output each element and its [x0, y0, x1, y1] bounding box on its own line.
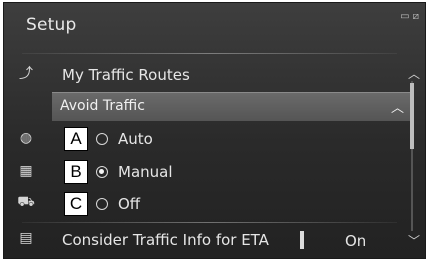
signal-icon: ▭ [400, 11, 410, 22]
toggle-indicator [300, 231, 304, 249]
my-traffic-routes-item[interactable]: My Traffic Routes [62, 66, 190, 84]
map-icon[interactable]: ▦ [16, 162, 36, 180]
settings-icon[interactable]: ▤ [16, 229, 36, 247]
scroll-thumb[interactable] [410, 83, 414, 149]
traffic-icon[interactable]: ◍ [16, 129, 36, 147]
car-icon[interactable]: ⛟ [16, 193, 36, 211]
page-title: Setup [26, 15, 77, 35]
scroll-down-icon[interactable]: ﹀ [408, 232, 420, 249]
no-signal-icon: ⧄ [412, 11, 419, 22]
radio-manual[interactable] [96, 166, 108, 178]
divider [22, 53, 397, 54]
radio-off[interactable] [96, 198, 108, 210]
status-area: ▭ ⧄ [400, 11, 419, 22]
option-label-manual[interactable]: Manual [118, 163, 173, 181]
scrollbar[interactable] [409, 67, 415, 247]
divider [22, 222, 397, 223]
option-label-off[interactable]: Off [118, 195, 140, 213]
route-icon[interactable]: ⤴ [16, 65, 36, 83]
callout-marker: C [64, 192, 88, 216]
callout-marker: B [64, 160, 88, 184]
consider-traffic-value[interactable]: On [345, 232, 366, 250]
callout-marker: A [64, 127, 88, 151]
consider-traffic-item[interactable]: Consider Traffic Info for ETA [62, 231, 269, 249]
chevron-up-icon: ︿ [390, 101, 404, 116]
avoid-traffic-label: Avoid Traffic [60, 98, 145, 114]
avoid-traffic-header[interactable]: Avoid Traffic ︿ [52, 92, 412, 121]
option-label-auto[interactable]: Auto [118, 130, 153, 148]
setup-screen: Setup ▭ ⧄ ⤴ ◍ ▦ ⛟ ▤ My Traffic Routes ︿ … [3, 2, 426, 259]
radio-auto[interactable] [96, 133, 108, 145]
